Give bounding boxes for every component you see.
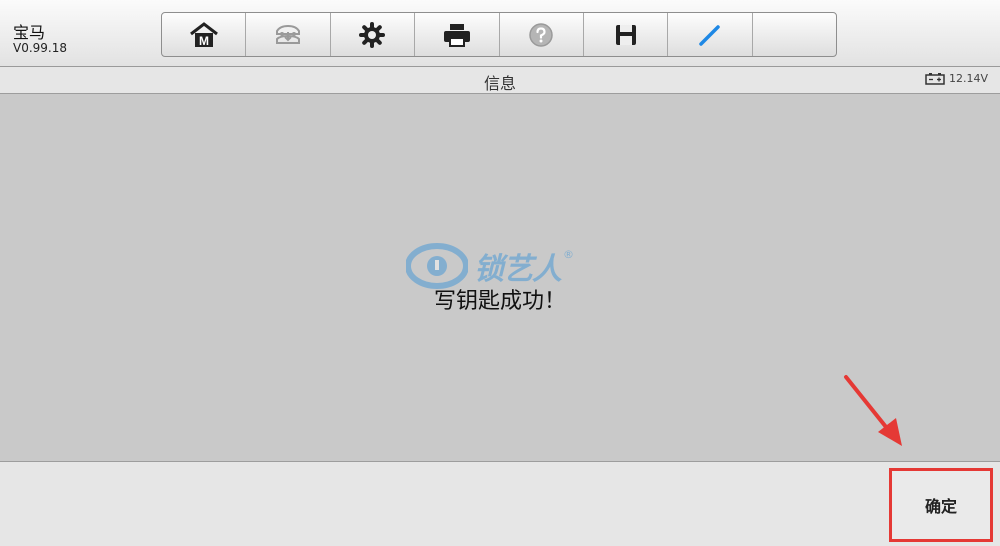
vehicle-swap-button[interactable] bbox=[246, 13, 331, 56]
bottom-bar: 确定 bbox=[0, 461, 1000, 546]
vehicle-swap-icon bbox=[276, 24, 301, 44]
battery-icon bbox=[925, 72, 945, 85]
result-message: 写钥匙成功！ bbox=[433, 289, 566, 314]
printer-icon bbox=[443, 23, 470, 47]
save-icon bbox=[615, 24, 636, 45]
title-bar: 信息 12.14V bbox=[0, 67, 1000, 94]
watermark-registered-mark: ® bbox=[563, 248, 574, 261]
page-title: 信息 bbox=[483, 74, 516, 93]
battery-status: 12.14V bbox=[925, 72, 988, 85]
home-icon-letter: M bbox=[199, 34, 209, 48]
gear-icon bbox=[359, 21, 386, 48]
save-button[interactable] bbox=[584, 13, 669, 56]
edit-button[interactable] bbox=[668, 13, 753, 56]
top-bar: 宝马 V0.99.18 M bbox=[0, 0, 1000, 67]
annotation-arrow-icon bbox=[844, 375, 902, 446]
home-icon: M bbox=[189, 21, 218, 48]
software-version: V0.99.18 bbox=[13, 41, 68, 55]
home-button[interactable]: M bbox=[162, 13, 247, 56]
toolbar: M bbox=[161, 12, 837, 57]
toolbar-empty-slot bbox=[753, 13, 836, 56]
settings-button[interactable] bbox=[331, 13, 416, 56]
pen-icon bbox=[699, 24, 720, 46]
battery-voltage: 12.14V bbox=[948, 72, 988, 85]
help-button[interactable] bbox=[500, 13, 584, 56]
ok-button[interactable]: 确定 bbox=[889, 468, 993, 542]
help-icon bbox=[529, 22, 553, 47]
watermark-text: 锁艺人 bbox=[474, 252, 562, 287]
vehicle-name: 宝马 bbox=[13, 23, 46, 42]
print-button[interactable] bbox=[415, 13, 500, 56]
